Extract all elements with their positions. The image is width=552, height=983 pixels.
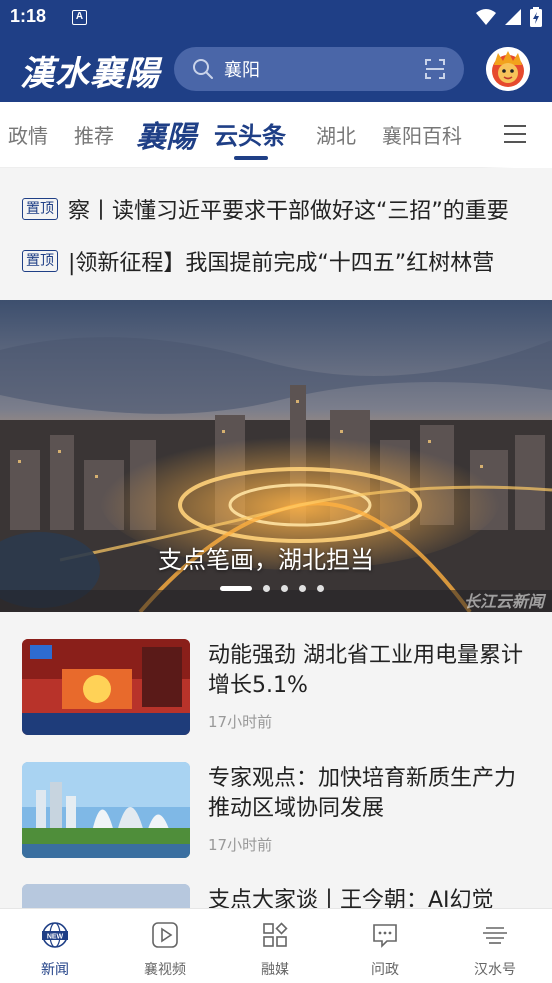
svg-text:NEW: NEW (47, 934, 64, 941)
bottom-navigation: NEW 新闻 襄视频 融媒 问政 汉水号 (0, 908, 552, 983)
news-globe-icon: NEW (42, 922, 68, 948)
banner-carousel[interactable]: 支点笔画，湖北担当 长江云新闻 (0, 300, 552, 612)
carousel-dot[interactable] (317, 585, 324, 592)
nav-media[interactable]: 融媒 (220, 909, 330, 983)
pinned-badge: 置顶 (22, 198, 58, 220)
grid-apps-icon (263, 922, 288, 947)
app-logo[interactable]: 漢水襄陽 (20, 46, 160, 95)
pinned-title: 察丨读懂习近平要求干部做好这“三招”的重要 (68, 199, 509, 224)
news-item[interactable]: 支点大家谈丨王今朝：AI幻觉 (22, 884, 532, 908)
news-item[interactable]: 专家观点：加快培育新质生产力 推动区域协同发展 17小时前 (22, 762, 532, 862)
nav-label: 襄视频 (144, 962, 186, 978)
notification-icon: A (72, 10, 87, 25)
pinned-item[interactable]: 置顶 察丨读懂习近平要求干部做好这“三招”的重要 (22, 194, 509, 224)
carousel-dots (220, 585, 324, 592)
signal-icon (505, 9, 521, 25)
pinned-title: |领新征程】我国提前完成“十四五”红树林营 (68, 251, 495, 276)
news-thumbnail (22, 639, 190, 735)
news-title: 动能强劲 湖北省工业用电量累计增长5.1% (208, 643, 523, 698)
hamburger-menu-icon[interactable] (504, 124, 526, 144)
pinned-list: 置顶 察丨读懂习近平要求干部做好这“三招”的重要 置顶 |领新征程】我国提前完成… (0, 168, 552, 300)
news-list: 动能强劲 湖北省工业用电量累计增长5.1% 17小时前 专家观点：加快培育新质生… (0, 612, 552, 908)
carousel-dot-active[interactable] (220, 586, 252, 591)
scan-icon[interactable] (424, 58, 446, 80)
avatar[interactable] (486, 47, 530, 91)
pinned-badge: 置顶 (22, 250, 58, 272)
status-bar: 1:18 A (0, 0, 552, 36)
tab-cloud-headlines[interactable]: 云头条 (214, 116, 286, 151)
battery-icon (530, 7, 542, 27)
search-input[interactable]: 襄阳 (224, 56, 260, 82)
channel-tabs: 政情 推荐 襄陽 云头条 湖北 襄阳百科 (0, 102, 552, 168)
news-thumbnail (22, 884, 190, 908)
system-icons (476, 7, 542, 27)
news-thumbnail (22, 762, 190, 858)
carousel-dot[interactable] (299, 585, 306, 592)
banner-watermark: 长江云新闻 (463, 592, 544, 611)
news-title: 支点大家谈丨王今朝：AI幻觉 (208, 888, 494, 908)
chat-bubble-icon (373, 924, 397, 948)
lion-mascot-avatar-icon (486, 47, 530, 91)
nav-hanshui-account[interactable]: 汉水号 (440, 909, 550, 983)
nav-inquiry[interactable]: 问政 (330, 909, 440, 983)
nav-label: 新闻 (41, 962, 69, 978)
carousel-dot[interactable] (281, 585, 288, 592)
status-time: 1:18 (10, 6, 47, 26)
search-bar[interactable]: 襄阳 (174, 47, 464, 91)
stack-lines-icon (483, 927, 507, 944)
news-time: 17小时前 (208, 713, 273, 731)
tab-hubei[interactable]: 湖北 (316, 120, 356, 149)
search-icon (193, 59, 213, 79)
banner-caption: 支点笔画，湖北担当 (158, 546, 374, 574)
nav-video[interactable]: 襄视频 (110, 909, 220, 983)
tab-politics[interactable]: 政情 (8, 120, 48, 149)
tab-xiangyang[interactable]: 襄陽 (136, 112, 196, 156)
video-play-icon (152, 922, 178, 948)
tab-xiangyang-encyclopedia[interactable]: 襄阳百科 (382, 120, 462, 149)
nav-label: 汉水号 (474, 962, 516, 978)
tab-recommended[interactable]: 推荐 (74, 120, 114, 149)
carousel-dot[interactable] (263, 585, 270, 592)
nav-label: 问政 (371, 962, 399, 978)
nav-news[interactable]: NEW 新闻 (0, 909, 110, 983)
news-time: 17小时前 (208, 836, 273, 854)
wifi-icon (476, 9, 496, 25)
app-header: 漢水襄陽 襄阳 (0, 36, 552, 102)
news-item[interactable]: 动能强劲 湖北省工业用电量累计增长5.1% 17小时前 (22, 639, 532, 739)
pinned-item[interactable]: 置顶 |领新征程】我国提前完成“十四五”红树林营 (22, 246, 494, 276)
active-tab-indicator (234, 156, 268, 160)
nav-label: 融媒 (261, 962, 289, 978)
news-title: 专家观点：加快培育新质生产力 推动区域协同发展 (208, 766, 517, 821)
